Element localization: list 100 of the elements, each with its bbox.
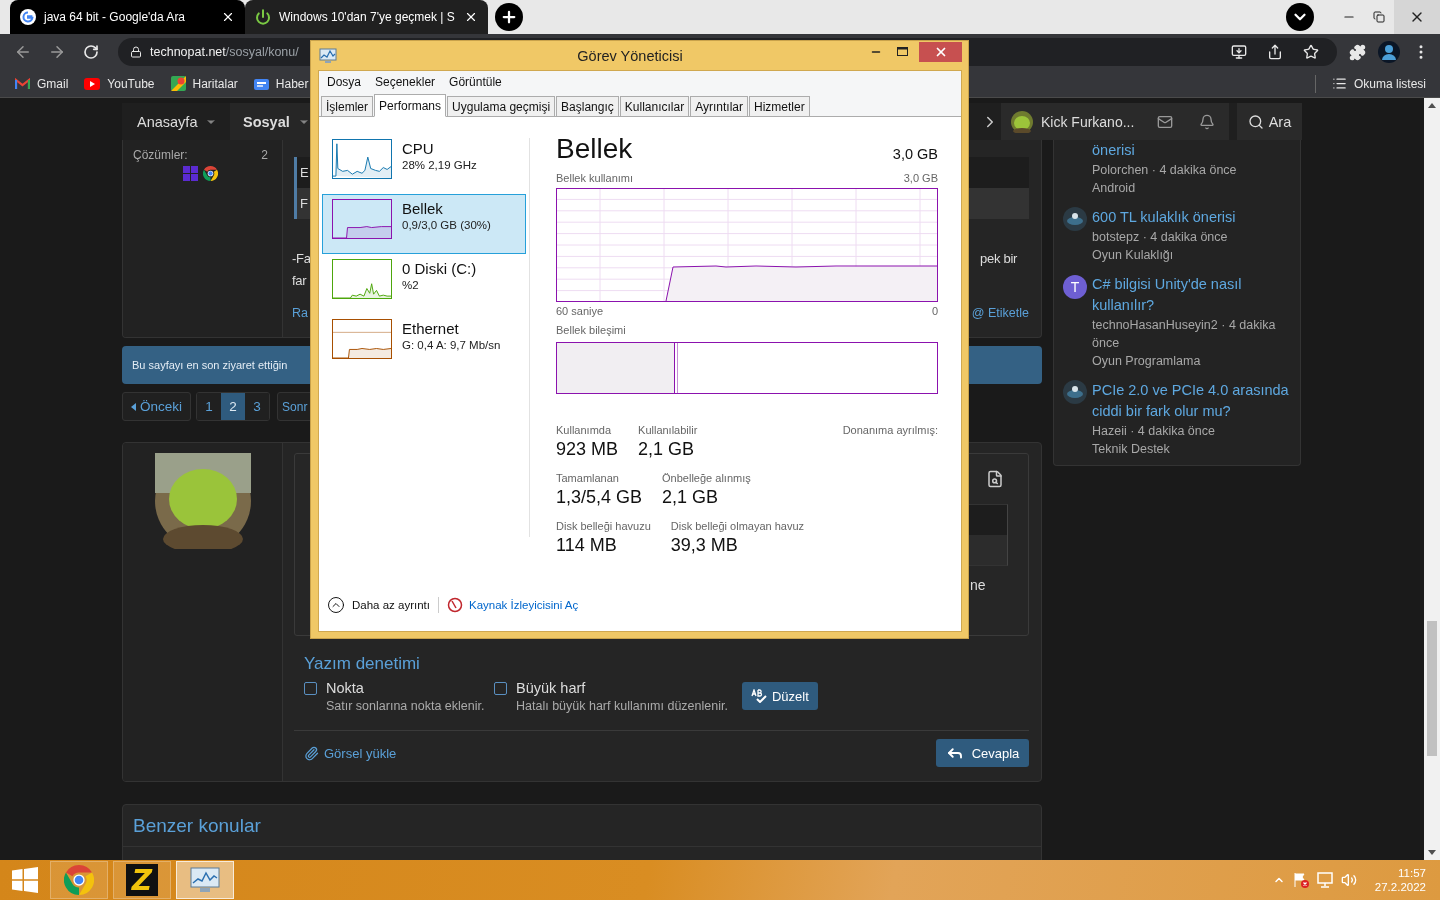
share-icon[interactable] [1267,44,1283,60]
report-link[interactable]: Ra [292,306,308,320]
option-label: Büyük harf [516,680,586,696]
stat-label: Disk belleği olmayan havuz [670,520,805,532]
post-text: far [292,272,307,288]
tab[interactable]: İşlemler [321,96,373,116]
close-icon[interactable] [464,10,478,24]
page-number[interactable]: 2 [221,393,246,420]
scrollbar[interactable] [1424,98,1440,860]
taskbar-app[interactable]: Z [113,861,171,899]
profile-avatar[interactable] [1378,41,1400,63]
resource-title: Ethernet [402,320,460,337]
tab[interactable]: Ayrıntılar [690,96,748,116]
resource-detail: %2 [402,279,420,291]
stat-label: Donanıma ayrılmış: [842,424,938,436]
menu-item[interactable]: Görüntüle [442,75,509,89]
stat-value: 2 [261,148,268,162]
bell-icon[interactable] [1199,113,1215,130]
tab[interactable]: Performans [374,94,447,117]
extensions-icon[interactable] [1349,43,1366,61]
bookmark-link[interactable]: Haritalar [170,76,238,91]
resource-item[interactable]: CPU 28% 2,19 GHz [322,134,526,194]
taskbar-app[interactable] [50,861,108,899]
tag-link[interactable]: @ Etiketle [971,306,1029,320]
window-title: Görev Yöneticisi [577,47,683,64]
bookmark-link[interactable]: YouTube [84,76,155,91]
tab[interactable]: Uygulama geçmişi [447,96,556,116]
previous-page-button[interactable]: Önceki [122,392,192,421]
power-icon [255,9,271,25]
thread-title-link[interactable]: 600 TL kulaklık önerisi [1092,207,1290,228]
post-text: pek bir [980,250,1017,266]
graph-label: Bellek kullanımı [556,172,634,186]
stat-label: Önbelleğe alınmış [662,472,751,484]
graph-label: Bellek bileşimi [556,324,626,338]
caret-left-icon [131,402,136,411]
install-icon[interactable] [1231,44,1247,60]
resource-item[interactable]: Bellek 0,9/3,0 GB (30%) [322,194,526,254]
resource-monitor-link[interactable]: Kaynak İzleyicisini Aç [447,597,579,613]
bookmark-link[interactable]: Gmail [15,76,69,91]
quote-text: E [300,165,309,180]
detail-title: Bellek [556,134,633,164]
option-hint: Hatalı büyük harf kullanımı düzenlenir. [516,699,728,713]
menu-item[interactable]: Dosya [320,75,368,89]
browser-tab[interactable]: java 64 bit - Google'da Ara [10,0,245,34]
axis-label: 60 saniye [556,305,604,319]
resource-item[interactable]: 0 Diski (C:) %2 [322,254,526,314]
task-manager-icon [319,47,337,64]
tab-search-button[interactable] [1286,3,1314,31]
thread-title-link[interactable]: önerisi [1092,140,1290,161]
video-play-icon [84,77,101,90]
option-hint: Satır sonlarına nokta eklenir. [326,699,486,713]
bookmark-link[interactable]: Haber [253,76,309,91]
scroll-up-icon[interactable] [1428,103,1436,108]
scrollbar-thumb[interactable] [1427,621,1437,756]
thread-meta: Polorchen · 4 dakika önce [1092,162,1238,179]
option-label: Nokta [326,680,364,696]
new-tab-button[interactable] [495,3,523,31]
reading-list-button[interactable]: Okuma listesi [1331,76,1426,91]
resource-monitor-icon [447,597,463,613]
fix-button[interactable]: Düzelt [741,682,818,710]
search-button[interactable]: Ara [1237,103,1302,140]
user-avatar [1011,110,1033,133]
tab[interactable]: Başlangıç [556,96,619,116]
thread-meta: Hazeii · 4 dakika önce [1092,423,1216,440]
fewer-details-button[interactable]: Daha az ayrıntı [327,596,430,614]
page-number[interactable]: 3 [245,393,270,420]
user-menu[interactable]: Kick Furkano... [1001,103,1229,140]
tab[interactable]: Hizmetler [748,96,810,116]
page-number[interactable]: 1 [197,393,222,420]
restore-icon [1373,11,1385,23]
flag-icon[interactable] [1292,872,1309,888]
thread-title-link[interactable]: C# bilgisi Unity'de nasıl kullanılır? [1092,274,1290,316]
paperclip-icon [304,745,319,761]
user-avatar [1063,380,1087,404]
url-text: technopat.net/sosyal/konu/ [150,45,299,59]
thread-title-link[interactable]: PCIe 2.0 ve PCIe 4.0 arasında ciddi bir fark olur mu? [1092,380,1290,422]
nav-tab[interactable]: Sosyal [230,103,310,140]
news-icon [253,77,269,90]
app-logo: Z [126,864,158,896]
chevron-up-circle-icon [327,596,345,614]
checkbox[interactable] [304,681,317,695]
stat-value: 114 MB [556,535,618,556]
mail-icon[interactable] [1157,113,1173,130]
nav-tab[interactable]: Anasayfa [122,103,230,140]
tab[interactable]: Kullanıcılar [619,96,690,116]
close-icon[interactable] [221,10,235,24]
bookmark-star-icon[interactable] [1303,44,1319,60]
stat-value: 1,3/5,4 GB [556,487,643,508]
taskbar-app[interactable] [176,861,234,899]
browser-tab[interactable]: Windows 10'dan 7'ye geçmek | S [245,0,488,34]
resource-detail: 28% 2,19 GHz [402,159,477,171]
checkbox[interactable] [494,681,507,695]
reply-button[interactable]: Cevapla [936,739,1029,767]
scroll-down-icon[interactable] [1428,850,1436,855]
menu-item[interactable]: Seçenekler [368,75,443,89]
close-button[interactable] [1394,0,1440,34]
upload-image-link[interactable]: Görsel yükle [304,745,397,761]
stat-value: 923 MB [556,439,619,460]
editor-text: ne [970,577,986,593]
preview-icon[interactable] [986,470,1004,488]
